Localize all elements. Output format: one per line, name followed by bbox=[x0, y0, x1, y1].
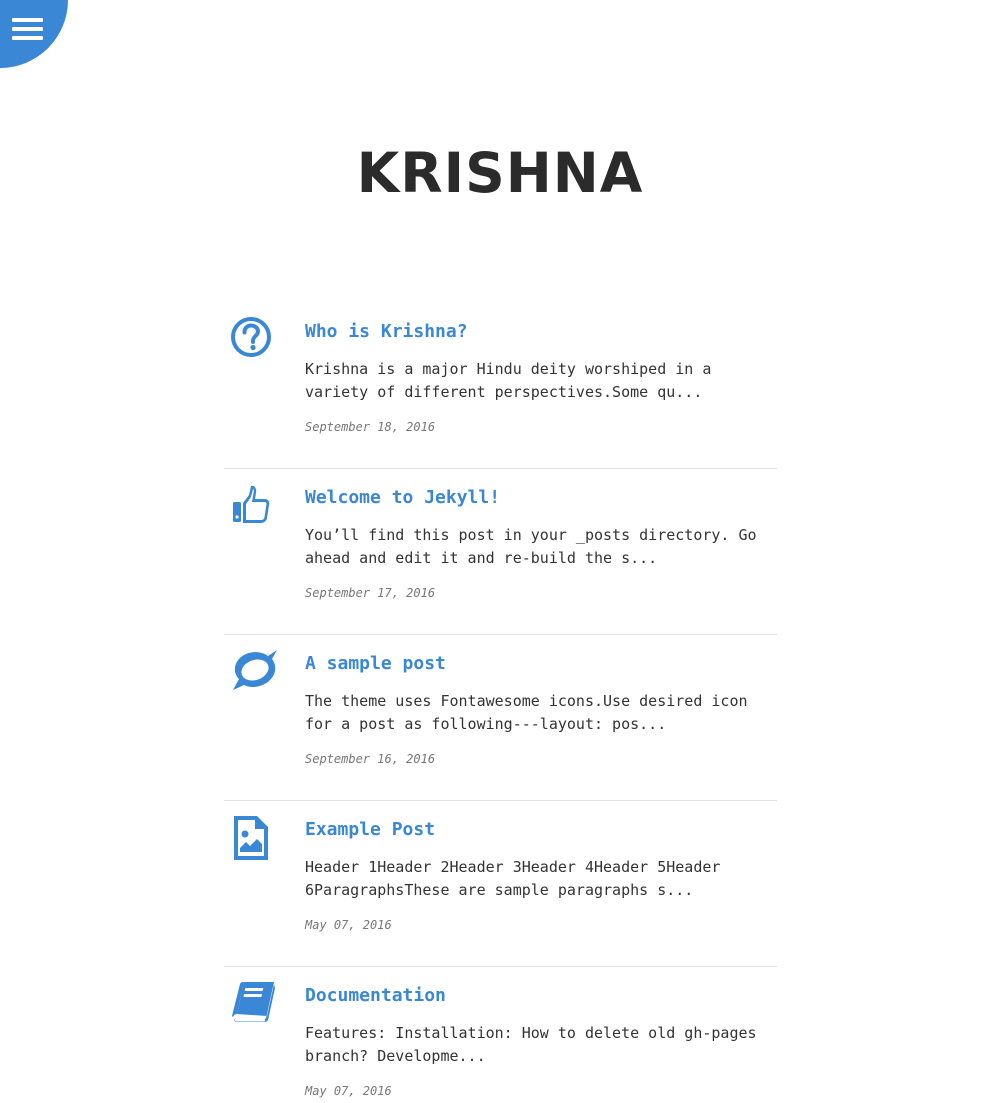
post-list: Who is Krishna? Krishna is a major Hindu… bbox=[224, 303, 777, 1103]
post-date: September 16, 2016 bbox=[305, 752, 436, 766]
question-circle-icon bbox=[230, 316, 278, 364]
post-title-link[interactable]: A sample post bbox=[305, 652, 777, 676]
post-title-link[interactable]: Who is Krishna? bbox=[305, 320, 777, 344]
post-item: A sample post The theme uses Fontawesome… bbox=[224, 635, 777, 801]
post-title-link[interactable]: Documentation bbox=[305, 984, 777, 1008]
post-item: Documentation Features: Installation: Ho… bbox=[224, 967, 777, 1103]
post-date: September 18, 2016 bbox=[305, 420, 436, 434]
file-image-icon bbox=[230, 814, 278, 862]
post-date: September 17, 2016 bbox=[305, 586, 436, 600]
post-excerpt: You’ll find this post in your _posts dir… bbox=[305, 526, 757, 567]
post-excerpt: Header 1Header 2Header 3Header 4Header 5… bbox=[305, 858, 721, 899]
menu-toggle-button[interactable] bbox=[0, 0, 68, 68]
post-title-link[interactable]: Example Post bbox=[305, 818, 777, 842]
post-excerpt: Krishna is a major Hindu deity worshiped… bbox=[305, 360, 712, 401]
post-item: Who is Krishna? Krishna is a major Hindu… bbox=[224, 303, 777, 469]
post-excerpt: Features: Installation: How to delete ol… bbox=[305, 1024, 757, 1065]
post-date: May 07, 2016 bbox=[305, 1084, 392, 1098]
post-item: Welcome to Jekyll! You’ll find this post… bbox=[224, 469, 777, 635]
post-title-link[interactable]: Welcome to Jekyll! bbox=[305, 486, 777, 510]
post-excerpt: The theme uses Fontawesome icons.Use des… bbox=[305, 692, 748, 733]
thumbs-up-icon bbox=[230, 482, 278, 530]
post-item: Example Post Header 1Header 2Header 3Hea… bbox=[224, 801, 777, 967]
book-icon bbox=[230, 980, 278, 1028]
hamburger-menu-icon bbox=[12, 18, 43, 45]
site-title: KRISHNA bbox=[356, 141, 644, 205]
post-date: May 07, 2016 bbox=[305, 918, 392, 932]
speech-bubble-icon bbox=[230, 648, 278, 696]
